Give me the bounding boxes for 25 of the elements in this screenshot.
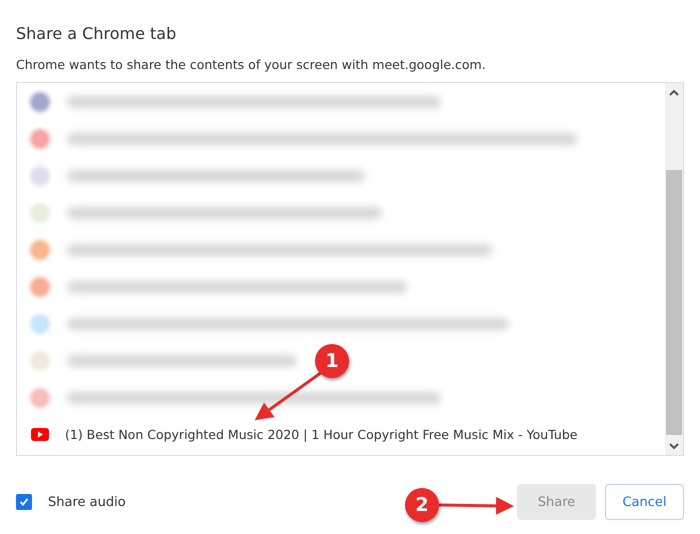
blurred-tab-title[interactable] [67, 132, 577, 144]
dialog-title: Share a Chrome tab [16, 24, 178, 43]
scrollbar[interactable] [665, 83, 683, 455]
cancel-button[interactable]: Cancel [605, 484, 684, 520]
scroll-thumb[interactable] [666, 170, 682, 435]
blurred-tab-title[interactable] [67, 354, 296, 366]
share-audio-label: Share audio [48, 494, 126, 510]
blurred-tab-title[interactable] [67, 280, 407, 292]
tab-title: (1) Best Non Copyrighted Music 2020 | 1 Hour Copyright Free Music Mix - YouTube [65, 427, 578, 442]
callout-arrow [254, 370, 323, 420]
callout-number: 1 [315, 344, 349, 378]
share-audio-checkbox[interactable] [16, 494, 32, 510]
check-icon [19, 497, 29, 507]
blurred-tab-title[interactable] [67, 244, 492, 256]
video-play-icon [31, 428, 49, 441]
scroll-down-icon[interactable] [669, 442, 679, 450]
blurred-tab-title[interactable] [67, 318, 509, 330]
dialog-message: Chrome wants to share the contents of your screen with meet.google.com. [16, 57, 487, 72]
blurred-tab-title[interactable] [67, 170, 364, 182]
tab-row[interactable]: (1) Best Non Copyrighted Music 2020 | 1 Hour Copyright Free Music Mix - YouTube [17, 416, 665, 453]
callout-number: 2 [405, 488, 439, 522]
blurred-tab-title[interactable] [67, 392, 441, 404]
blurred-tab-title[interactable] [67, 96, 441, 108]
blurred-tab-title[interactable] [67, 206, 382, 218]
scroll-up-icon[interactable] [669, 89, 679, 97]
